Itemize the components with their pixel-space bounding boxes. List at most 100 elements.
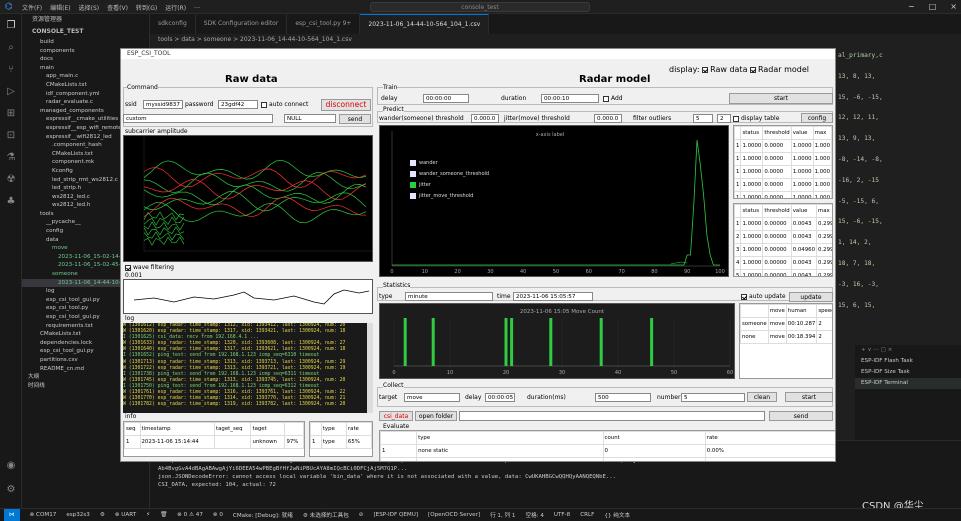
minimize-icon[interactable]: −: [908, 2, 915, 11]
maximize-icon[interactable]: □: [929, 2, 937, 11]
project-root[interactable]: CONSOLE_TEST: [22, 26, 149, 38]
extensions-icon[interactable]: ⊞: [0, 102, 22, 124]
status-item[interactable]: 行 1, 列 1: [490, 511, 515, 519]
status-item[interactable]: UTF-8: [554, 512, 570, 518]
wander-threshold-input[interactable]: 0.000.0: [471, 114, 499, 123]
collect-target-select[interactable]: move: [404, 393, 460, 402]
source-control-icon[interactable]: ⑂: [0, 58, 22, 80]
train-delay-input[interactable]: 00:00:00: [423, 94, 469, 103]
table-row[interactable]: 4 1.0000 0.00000 0.0043 0.299: [734, 256, 832, 270]
remote-icon[interactable]: ⊡: [0, 124, 22, 146]
filter-outliers-input-2[interactable]: 2: [717, 114, 731, 123]
menu-item[interactable]: 查看(V): [107, 3, 128, 12]
status-item[interactable]: ⊘: [359, 512, 364, 518]
remote-indicator[interactable]: ⋈: [4, 509, 20, 521]
disconnect-button[interactable]: disconnect: [321, 99, 371, 111]
breadcrumb[interactable]: tools > data > someone > 2023-11-06_14-4…: [158, 36, 352, 43]
update-button[interactable]: update: [789, 292, 833, 302]
status-item[interactable]: ⊗ COM17: [30, 512, 57, 518]
terminal-item-idf[interactable]: ESP-IDF Terminal: [855, 378, 961, 389]
menu-item[interactable]: 文件(F): [22, 3, 42, 12]
collect-start-button[interactable]: start: [785, 392, 833, 402]
jitter-threshold-input[interactable]: 0.000.0: [594, 114, 622, 123]
wave-filtering-checkbox[interactable]: [125, 264, 131, 271]
status-item[interactable]: CRLF: [580, 512, 594, 518]
table-row[interactable]: none move 00:18.394 2: [740, 330, 832, 344]
espressif-icon[interactable]: ☢: [0, 168, 22, 190]
table-row[interactable]: 1 1.0000 0.0000 1.0000 1.000: [734, 139, 832, 153]
log-scrollbar[interactable]: [367, 323, 373, 413]
status-item[interactable]: ⊗ 0 ⚠ 47: [177, 512, 203, 518]
stat-type-select[interactable]: minute: [405, 292, 493, 301]
terminal-prompt[interactable]: [150, 489, 961, 497]
account-icon[interactable]: ◉: [0, 454, 22, 476]
collect-path-input[interactable]: [459, 411, 765, 421]
table-row[interactable]: 1 1.0000 0.0000 1.0000 1.000: [734, 178, 832, 192]
ssid-input[interactable]: myssid9837: [143, 100, 183, 109]
menu-item[interactable]: …: [194, 3, 200, 12]
table-row[interactable]: 3 1.0000 0.00000 0.04960 0.299: [734, 243, 832, 257]
settings-gear-icon[interactable]: ⚙: [0, 478, 22, 500]
status-item[interactable]: [OpenOCD Server]: [428, 512, 480, 518]
display-raw-checkbox[interactable]: [702, 66, 709, 73]
table-row[interactable]: 2none move666.67%: [380, 457, 835, 461]
status-item[interactable]: esp32s3: [66, 512, 90, 518]
custom-command-input[interactable]: custom: [123, 114, 273, 123]
collect-send-button[interactable]: send: [769, 411, 833, 421]
status-item[interactable]: {} 纯文本: [604, 511, 630, 519]
collect-delay-input[interactable]: 00:00:05: [485, 393, 515, 402]
run-debug-icon[interactable]: ▷: [0, 80, 22, 102]
table-row[interactable]: 5 1.0000 0.00000 0.0043 0.299: [734, 269, 832, 276]
table-row[interactable]: 1 1.0000 0.0000 1.0000 1.000: [734, 152, 832, 166]
terminal-item-flash[interactable]: ESP-IDF Flash Task: [855, 356, 961, 367]
terminal-item-size[interactable]: ESP-IDF Size Task: [855, 367, 961, 378]
table-row[interactable]: 1 1.0000 0.0000 1.0000 1.000: [734, 191, 832, 198]
table-row[interactable]: someone move 00:10.287 2: [740, 317, 832, 331]
display-table-checkbox[interactable]: [733, 115, 739, 122]
status-item[interactable]: [ESP-IDF QEMU]: [373, 512, 418, 518]
table-row[interactable]: 2 1.0000 0.00000 0.0043 0.299: [734, 230, 832, 244]
stat-time-input[interactable]: 2023-11-06 15:05:57: [513, 292, 593, 301]
table-row[interactable]: 1 none static 0 0.00%: [380, 444, 835, 458]
menu-item[interactable]: 运行(R): [165, 3, 186, 12]
status-item[interactable]: ⚙ 未选择的工具包: [303, 511, 349, 519]
command-search[interactable]: console_test: [370, 2, 590, 12]
tab-sdkconfig[interactable]: sdkconfig: [150, 14, 196, 34]
menu-item[interactable]: 编辑(E): [50, 3, 70, 12]
password-input[interactable]: 23gdf42: [218, 100, 258, 109]
tab-csv-file[interactable]: 2023-11-06_14-44-10-564_104_1.csv: [360, 14, 490, 34]
csi-data-button[interactable]: csi_data: [379, 411, 413, 421]
command-select[interactable]: NULL: [284, 114, 336, 123]
train-duration-input[interactable]: 00:00:10: [541, 94, 599, 103]
menu-item[interactable]: 转到(G): [136, 3, 157, 12]
test-icon[interactable]: ⚗: [0, 146, 22, 168]
filter-outliers-input[interactable]: 5: [693, 114, 713, 123]
python-icon[interactable]: ♣: [0, 190, 22, 212]
table-row[interactable]: 1 1.0000 0.00000 0.0043 0.299: [734, 217, 832, 231]
config-button[interactable]: config: [801, 113, 833, 123]
status-item[interactable]: 空格: 4: [525, 511, 543, 519]
clean-button[interactable]: clean: [747, 392, 777, 402]
close-icon[interactable]: ×: [950, 2, 957, 11]
status-item[interactable]: CMake: [Debug]: 就绪: [233, 511, 293, 519]
tree-item[interactable]: build: [22, 38, 149, 47]
auto-update-checkbox[interactable]: [741, 293, 747, 300]
status-item[interactable]: ⚙: [100, 512, 105, 518]
auto-connect-checkbox[interactable]: [261, 101, 267, 108]
train-start-button[interactable]: start: [729, 93, 833, 104]
status-item[interactable]: ⚡: [146, 512, 150, 518]
status-item[interactable]: 🗑: [160, 512, 167, 518]
search-icon[interactable]: ⌕: [0, 36, 22, 58]
collect-duration-input[interactable]: 500: [595, 393, 651, 402]
explorer-icon[interactable]: ❐: [0, 14, 22, 36]
display-radar-checkbox[interactable]: [750, 66, 757, 73]
send-button[interactable]: send: [339, 114, 371, 124]
table-row[interactable]: 1 1.0000 0.0000 1.0000 1.000: [734, 165, 832, 179]
tab-sdk-config-editor[interactable]: SDK Configuration editor: [196, 14, 288, 34]
collect-number-input[interactable]: 5: [681, 393, 745, 402]
menu-item[interactable]: 选择(S): [79, 3, 100, 12]
status-item[interactable]: ⊗ UART: [115, 512, 136, 518]
tab-esp-csi-tool[interactable]: esp_csi_tool.py 9+: [287, 14, 361, 34]
train-add-checkbox[interactable]: [603, 95, 609, 102]
open-folder-button[interactable]: open folder: [415, 411, 457, 421]
